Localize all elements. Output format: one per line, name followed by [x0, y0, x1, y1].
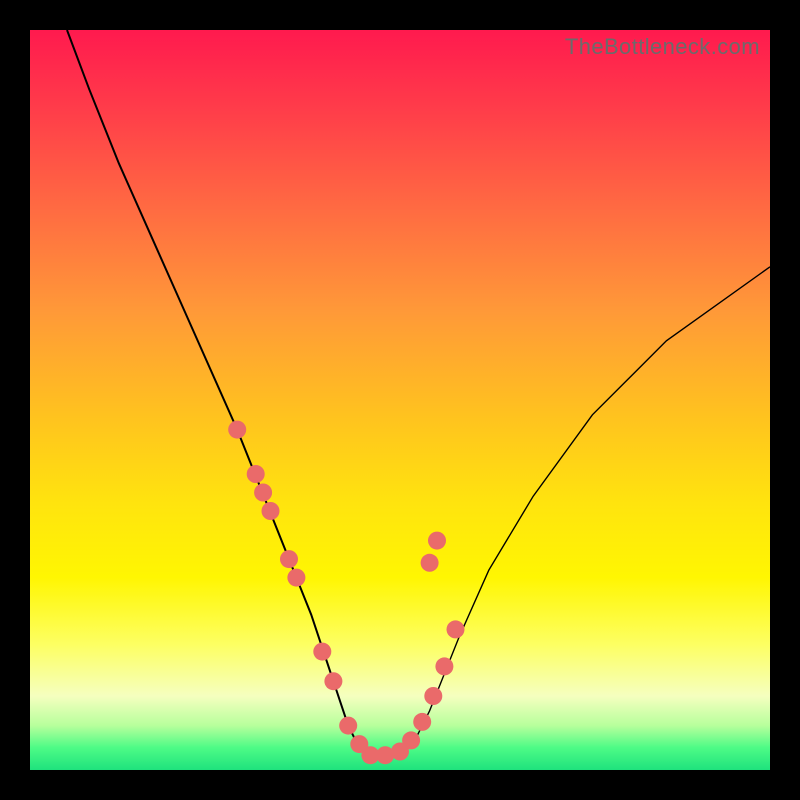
- highlight-dot: [339, 717, 357, 735]
- highlight-dot: [421, 554, 439, 572]
- highlight-dot: [428, 532, 446, 550]
- highlight-dot: [447, 620, 465, 638]
- chart-frame: TheBottleneck.com: [0, 0, 800, 800]
- chart-overlay: [30, 30, 770, 770]
- highlight-dot: [247, 465, 265, 483]
- highlight-dot: [287, 569, 305, 587]
- bottleneck-curve-right: [400, 267, 770, 752]
- highlight-dot: [254, 484, 272, 502]
- highlight-dot: [435, 657, 453, 675]
- highlight-dot: [413, 713, 431, 731]
- bottleneck-curve-left: [67, 30, 415, 755]
- highlight-dot: [424, 687, 442, 705]
- plot-area: TheBottleneck.com: [30, 30, 770, 770]
- highlight-dot: [324, 672, 342, 690]
- highlight-dot: [228, 421, 246, 439]
- highlight-dot: [262, 502, 280, 520]
- highlight-dot: [313, 643, 331, 661]
- highlight-dot: [402, 731, 420, 749]
- highlight-dot: [280, 550, 298, 568]
